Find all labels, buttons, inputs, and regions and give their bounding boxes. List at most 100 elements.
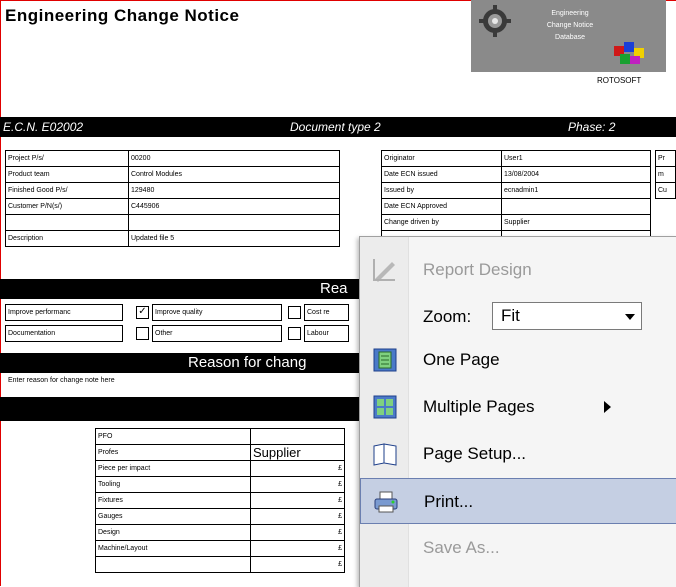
menu-item-label: Save As... <box>423 538 500 557</box>
field-value: Supplier <box>501 214 651 231</box>
page-setup-icon <box>373 443 397 466</box>
field-label: Cu <box>655 182 676 199</box>
multiple-pages-icon <box>373 395 397 419</box>
reason-label: Improve quality <box>152 304 282 321</box>
cost-label: Fixtures <box>95 492 251 509</box>
field-value: 00200 <box>128 150 340 167</box>
approval-details-table: Originator User1 Date ECN issued 13/08/200… <box>381 150 651 247</box>
cubes-logo-icon <box>614 42 644 64</box>
context-menu: Report Design Zoom: Fit One Page Multipl… <box>359 236 676 587</box>
menu-item-page-setup[interactable]: Page Setup... <box>360 431 676 477</box>
cost-value: Supplier <box>250 444 345 461</box>
table-row: £ <box>95 556 345 573</box>
menu-item-label: Print... <box>424 492 474 511</box>
field-label: Finished Good P/s/ <box>5 182 129 199</box>
field-value: ecnadmin1 <box>501 182 651 199</box>
menu-item-label: Report Design <box>423 260 532 279</box>
project-details-table: Project P/s/00200 Product team Control Mo… <box>5 150 340 247</box>
other-checkbox[interactable] <box>288 327 301 340</box>
cost-value: £ <box>250 460 345 477</box>
table-row: Fixtures £ <box>95 492 345 509</box>
table-row: Tooling £ <box>95 476 345 493</box>
menu-item-save-as[interactable]: Save As... <box>360 525 676 571</box>
cost-label: PFO <box>95 428 251 445</box>
logo-line: Engineering <box>551 10 589 17</box>
menu-item-print[interactable]: Print... <box>360 478 676 524</box>
field-value: Updated file 5 <box>128 230 340 247</box>
menu-item-one-page[interactable]: One Page <box>360 337 676 383</box>
submenu-arrow-icon <box>604 401 611 413</box>
cost-label: Design <box>95 524 251 541</box>
cost-value: £ <box>250 492 345 509</box>
reason-label: Other <box>152 325 282 342</box>
documentation-checkbox[interactable] <box>136 327 149 340</box>
reason-label: Cost re <box>304 304 349 321</box>
cost-label: Gauges <box>95 508 251 525</box>
field-value: 129480 <box>128 182 340 199</box>
reason-label: Labour <box>304 325 349 342</box>
field-label: Date ECN Approved <box>381 198 502 215</box>
improve-performance-checkbox[interactable]: ✓ <box>136 306 149 319</box>
field-label: Originator <box>381 150 502 167</box>
menu-item-label: Zoom: <box>423 307 472 326</box>
cost-label <box>95 556 251 573</box>
table-row: Date ECN issued 13/08/2004 <box>381 166 651 183</box>
table-row: Piece per impact £ <box>95 460 345 477</box>
cost-value: £ <box>250 508 345 525</box>
phase-label: Phase: 2 <box>568 120 616 134</box>
zoom-select-value: Fit <box>501 306 520 325</box>
table-row: Pr <box>655 150 676 167</box>
chevron-down-icon <box>625 314 635 320</box>
field-label: Issued by <box>381 182 502 199</box>
table-row: Profes Supplier <box>95 444 345 461</box>
report-design-icon <box>373 259 395 282</box>
reason-for-change-header: Reason for chang <box>188 354 307 371</box>
field-label: Pr <box>655 150 676 167</box>
table-row <box>5 214 340 231</box>
cost-value: £ <box>250 524 345 541</box>
table-row: Cu <box>655 182 676 199</box>
field-label: Description <box>5 230 129 247</box>
table-row: PFO <box>95 428 345 445</box>
gear-logo-icon <box>479 5 511 37</box>
cost-label: Tooling <box>95 476 251 493</box>
field-value: 13/08/2004 <box>501 166 651 183</box>
field-label: Change driven by <box>381 214 502 231</box>
cost-value: £ <box>250 476 345 493</box>
cost-table: PFO Profes Supplier Piece per impact £ Too… <box>95 428 345 573</box>
field-label: m <box>655 166 676 183</box>
one-page-icon <box>373 348 397 372</box>
table-row: Description Updated file 5 <box>5 230 340 247</box>
menu-item-multiple-pages[interactable]: Multiple Pages <box>360 384 676 430</box>
reason-label: Documentation <box>5 325 123 342</box>
ecn-number: E.C.N. E02002 <box>3 120 84 134</box>
reason-row: Documentation Other Labour <box>0 325 349 342</box>
ecn-header-bar: E.C.N. E02002 Document type 2 Phase: 2 <box>0 117 676 137</box>
field-value <box>501 198 651 215</box>
cost-label: Profes <box>95 444 251 461</box>
field-value <box>128 214 340 231</box>
zoom-select[interactable]: Fit <box>492 302 642 330</box>
table-row: Issued by ecnadmin1 <box>381 182 651 199</box>
logo-line: Database <box>555 34 585 41</box>
menu-item-label: Page Setup... <box>423 444 527 463</box>
cost-value: £ <box>250 540 345 557</box>
table-row: Change driven by Supplier <box>381 214 651 231</box>
table-row: Gauges £ <box>95 508 345 525</box>
table-row: Customer P/N(s/) C445906 <box>5 198 340 215</box>
logo-caption: Engineering Change Notice Database <box>530 8 610 44</box>
menu-item-label: Multiple Pages <box>423 397 535 416</box>
improve-quality-checkbox[interactable] <box>288 306 301 319</box>
table-row: Project P/s/00200 <box>5 150 340 167</box>
table-row: Machine/Layout £ <box>95 540 345 557</box>
menu-item-report-design[interactable]: Report Design <box>360 247 676 293</box>
reason-row: Improve performanc ✓ Improve quality Cos… <box>0 304 349 321</box>
right-edge-table: Pr m Cu <box>655 150 676 199</box>
field-label: Date ECN issued <box>381 166 502 183</box>
print-icon <box>374 491 398 513</box>
field-label <box>5 214 129 231</box>
field-value: User1 <box>501 150 651 167</box>
table-row: m <box>655 166 676 183</box>
table-row: Date ECN Approved <box>381 198 651 215</box>
table-row: Design £ <box>95 524 345 541</box>
